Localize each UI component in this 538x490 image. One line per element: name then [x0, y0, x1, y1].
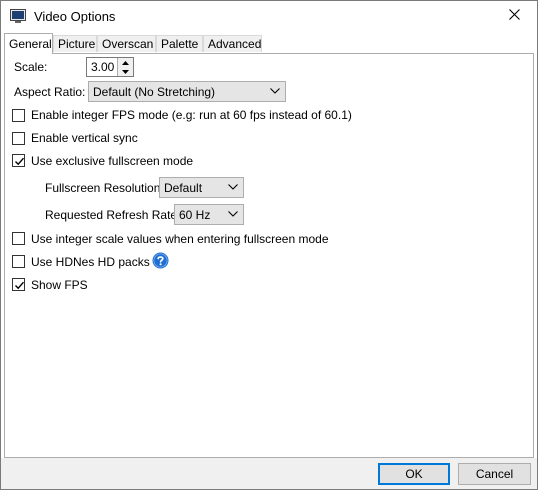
dialog-footer: OK Cancel	[1, 458, 537, 489]
chevron-down-icon	[228, 184, 238, 190]
integer-scale-label[interactable]: Use integer scale values when entering f…	[31, 232, 329, 246]
question-help-icon[interactable]	[152, 252, 169, 269]
exclusive-fullscreen-label[interactable]: Use exclusive fullscreen mode	[31, 154, 193, 168]
scale-label: Scale:	[14, 60, 48, 74]
show-fps-label[interactable]: Show FPS	[31, 278, 88, 292]
close-icon	[508, 9, 520, 23]
stepper-down-button[interactable]	[117, 67, 133, 76]
show-fps-checkbox[interactable]	[12, 278, 25, 291]
chevron-down-icon	[270, 88, 280, 94]
hdpacks-label[interactable]: Use HDNes HD packs	[31, 255, 150, 269]
integer-scale-checkbox[interactable]	[12, 232, 25, 245]
checkmark-icon	[15, 281, 25, 290]
scale-value: 3.00	[91, 60, 115, 74]
exclusive-fullscreen-checkbox[interactable]	[12, 154, 25, 167]
cancel-button[interactable]: Cancel	[458, 463, 531, 485]
refresh-rate-label: Requested Refresh Rate:	[45, 208, 181, 222]
arrow-down-icon	[122, 69, 129, 74]
video-options-window: Video Options General Picture Overscan P…	[0, 0, 538, 490]
monitor-icon	[10, 8, 26, 24]
fullscreen-resolution-label: Fullscreen Resolution:	[45, 181, 164, 195]
title-bar[interactable]: Video Options	[1, 1, 537, 31]
aspect-ratio-dropdown[interactable]: Default (No Stretching)	[88, 81, 286, 102]
ok-button[interactable]: OK	[378, 463, 450, 485]
checkmark-icon	[15, 157, 25, 166]
tab-general[interactable]: General	[4, 33, 53, 54]
refresh-rate-dropdown[interactable]: 60 Hz	[174, 204, 244, 225]
arrow-up-icon	[122, 60, 129, 65]
tab-advanced[interactable]: Advanced	[203, 35, 262, 52]
window-title: Video Options	[34, 9, 116, 24]
integer-fps-checkbox[interactable]	[12, 109, 25, 122]
close-button[interactable]	[491, 1, 537, 31]
hdpacks-checkbox[interactable]	[12, 255, 25, 268]
chevron-down-icon	[228, 211, 238, 217]
refresh-rate-value: 60 Hz	[179, 208, 211, 222]
tab-palette[interactable]: Palette	[156, 35, 203, 52]
tab-picture[interactable]: Picture	[53, 35, 97, 52]
scale-stepper[interactable]: 3.00	[86, 57, 134, 77]
fullscreen-resolution-value: Default	[164, 181, 203, 195]
fullscreen-resolution-dropdown[interactable]: Default	[159, 177, 244, 198]
vsync-checkbox[interactable]	[12, 132, 25, 145]
tab-overscan[interactable]: Overscan	[97, 35, 156, 52]
aspect-ratio-value: Default (No Stretching)	[93, 85, 216, 99]
integer-fps-label[interactable]: Enable integer FPS mode (e.g: run at 60 …	[31, 108, 352, 122]
vsync-label[interactable]: Enable vertical sync	[31, 131, 138, 145]
aspect-ratio-label: Aspect Ratio:	[14, 85, 86, 99]
